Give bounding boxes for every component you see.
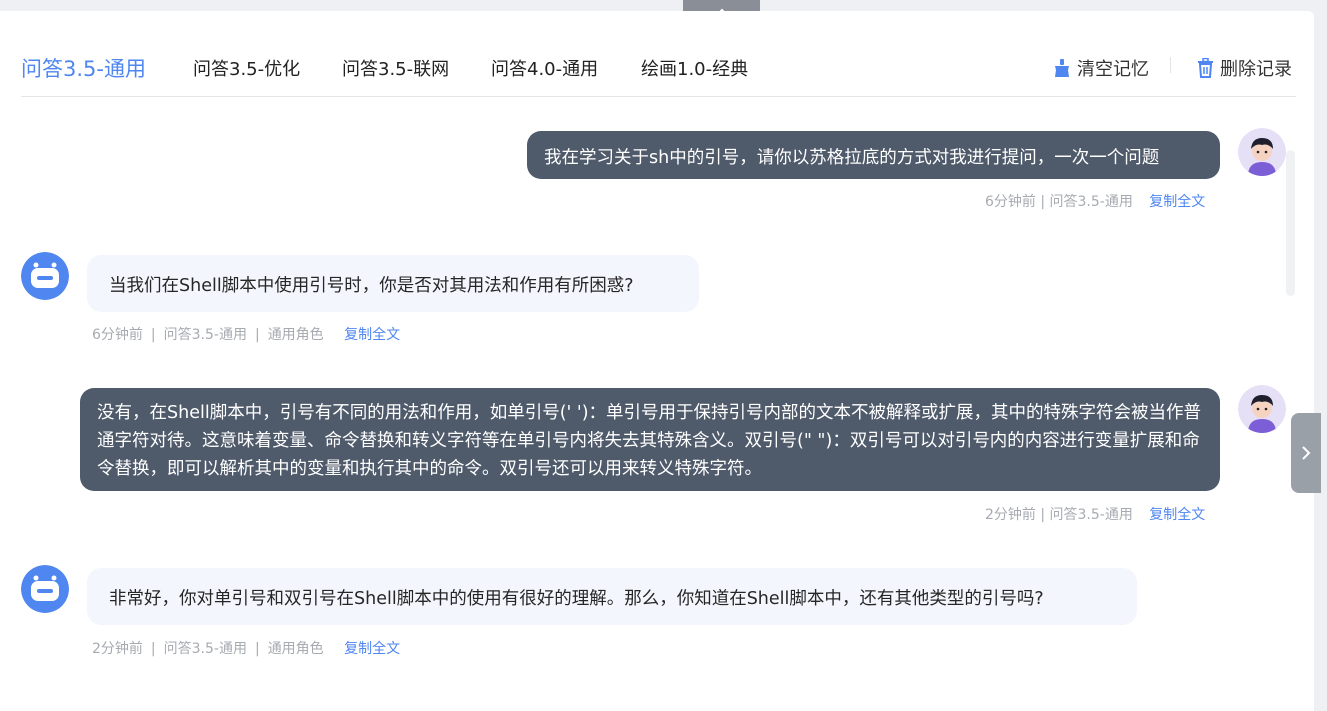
message-time: 6分钟前 (92, 327, 143, 343)
chat-scrollbar[interactable] (1286, 150, 1295, 296)
clear-memory-label: 清空记忆 (1077, 59, 1149, 80)
assistant-message-bubble: 当我们在Shell脚本中使用引号时，你是否对其用法和作用有所困惑? (87, 255, 699, 312)
delete-records-button[interactable]: 删除记录 (1196, 55, 1292, 81)
message-time: 2分钟前 (92, 641, 143, 657)
message-meta: 2分钟前 | 问答3.5-通用 | 通用角色 复制全文 (92, 641, 401, 657)
user-avatar-icon (1238, 385, 1286, 433)
assistant-message-text: 当我们在Shell脚本中使用引号时，你是否对其用法和作用有所困惑? (109, 276, 634, 296)
copy-all-button[interactable]: 复制全文 (344, 327, 400, 343)
model-tab-bar: 问答3.5-通用 问答3.5-优化 问答3.5-联网 问答4.0-通用 绘画1.… (21, 22, 1296, 97)
tab-qa35-general[interactable]: 问答3.5-通用 (21, 53, 146, 83)
message-persona: 通用角色 (267, 327, 324, 343)
tab-draw10-classic[interactable]: 绘画1.0-经典 (641, 55, 748, 81)
message-meta-text: 6分钟前 | 问答3.5-通用 (985, 194, 1133, 210)
copy-all-button[interactable]: 复制全文 (1149, 507, 1205, 523)
assistant-message-text: 非常好，你对单引号和双引号在Shell脚本中的使用有很好的理解。那么，你知道在S… (109, 589, 1044, 609)
assistant-message-bubble: 非常好，你对单引号和双引号在Shell脚本中的使用有很好的理解。那么，你知道在S… (87, 568, 1137, 625)
chat-panel: 问答3.5-通用 问答3.5-优化 问答3.5-联网 问答4.0-通用 绘画1.… (0, 11, 1314, 711)
message-persona: 通用角色 (267, 641, 324, 657)
copy-all-button[interactable]: 复制全文 (344, 641, 400, 657)
copy-all-button[interactable]: 复制全文 (1149, 194, 1205, 210)
message-meta: 6分钟前 | 问答3.5-通用 复制全文 (985, 191, 1205, 211)
user-message-bubble: 没有，在Shell脚本中，引号有不同的用法和作用，如单引号(' ')：单引号用于… (80, 388, 1220, 491)
tab-qa40-general[interactable]: 问答4.0-通用 (491, 55, 598, 81)
message-meta: 2分钟前 | 问答3.5-通用 复制全文 (985, 504, 1205, 524)
clear-memory-button[interactable]: 清空记忆 (1052, 55, 1149, 81)
broom-icon (1055, 59, 1069, 77)
message-model: 问答3.5-通用 (163, 641, 247, 657)
delete-records-label: 删除记录 (1220, 59, 1292, 80)
robot-avatar-icon (21, 252, 69, 300)
message-model: 问答3.5-通用 (163, 327, 247, 343)
tab-qa35-optimized[interactable]: 问答3.5-优化 (193, 55, 300, 81)
message-meta: 6分钟前 | 问答3.5-通用 | 通用角色 复制全文 (92, 327, 401, 343)
actions-divider (1170, 57, 1171, 73)
robot-avatar-icon (21, 565, 69, 613)
message-meta-text: 2分钟前 | 问答3.5-通用 (985, 507, 1133, 523)
tab-qa35-online[interactable]: 问答3.5-联网 (342, 55, 449, 81)
user-message-text: 没有，在Shell脚本中，引号有不同的用法和作用，如单引号(' ')：单引号用于… (97, 403, 1202, 479)
chevron-right-icon (1302, 446, 1311, 460)
user-avatar-icon (1238, 128, 1286, 176)
user-message-text: 我在学习关于sh中的引号，请你以苏格拉底的方式对我进行提问，一次一个问题 (544, 148, 1160, 168)
user-message-bubble: 我在学习关于sh中的引号，请你以苏格拉底的方式对我进行提问，一次一个问题 (527, 131, 1220, 179)
expand-side-panel-button[interactable] (1291, 413, 1321, 493)
trash-icon (1198, 58, 1213, 78)
